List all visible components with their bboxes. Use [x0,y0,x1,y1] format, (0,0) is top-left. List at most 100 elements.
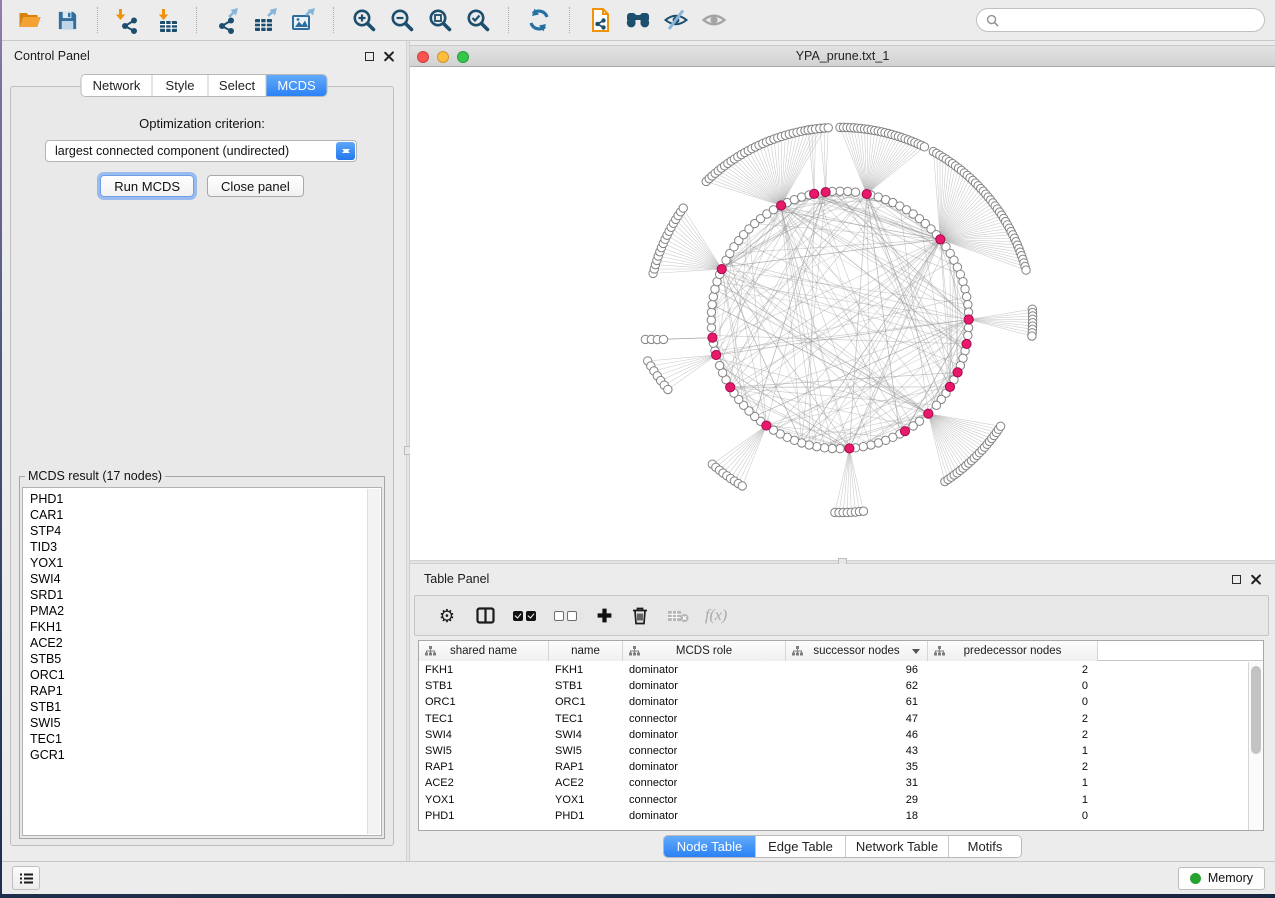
zoom-out-button[interactable] [385,5,419,35]
zoom-selected-button[interactable] [461,5,495,35]
zoom-selected-icon [465,7,492,34]
mcds-result-item[interactable]: TID3 [30,539,381,555]
import-network-button[interactable] [111,5,145,35]
search-input[interactable] [1005,13,1255,27]
mcds-result-item[interactable]: YOX1 [30,555,381,571]
memory-button[interactable]: Memory [1178,867,1265,890]
table-row[interactable]: TEC1TEC1connector472 [419,711,1248,727]
table-cell: dominator [623,759,786,775]
mcds-result-item[interactable]: FKH1 [30,619,381,635]
show-task-history-button[interactable] [12,866,40,890]
close-panel-icon[interactable] [383,51,394,62]
export-image-button[interactable] [286,5,320,35]
mcds-result-item[interactable]: ORC1 [30,667,381,683]
table-row[interactable]: ORC1ORC1dominator610 [419,694,1248,710]
table-cell: SWI5 [419,743,549,759]
table-row[interactable]: PHD1PHD1dominator180 [419,808,1248,824]
export-table-icon [252,7,279,34]
mcds-result-item[interactable]: SWI5 [30,715,381,731]
table-cell: 35 [786,759,928,775]
window-zoom-light[interactable] [457,51,469,63]
select-all-button[interactable] [507,601,542,631]
tab-style[interactable]: Style [153,75,209,96]
criterion-select[interactable]: largest connected component (undirected) [45,140,357,162]
network-column-icon [629,646,640,656]
result-list-scrollbar[interactable] [367,489,380,834]
tab-node-table[interactable]: Node Table [664,836,756,857]
table-cell: 0 [928,808,1098,824]
show-all-button[interactable] [697,5,731,35]
window-minimize-light[interactable] [437,51,449,63]
mcds-result-item[interactable]: PHD1 [30,491,381,507]
delete-column-button[interactable] [625,601,655,631]
mcds-result-item[interactable]: RAP1 [30,683,381,699]
table-scrollbar[interactable] [1248,662,1263,830]
scrollbar-thumb[interactable] [1251,666,1261,754]
desktop-background: Control Panel NetworkStyleSelectMCDS Opt… [0,0,1275,898]
table-options-button[interactable]: ⚙ [432,601,462,631]
table-row[interactable]: ACE2ACE2connector311 [419,775,1248,791]
toggle-columns-button[interactable] [470,601,501,631]
share-network-button[interactable] [583,5,617,35]
mcds-result-item[interactable]: SWI4 [30,571,381,587]
mcds-result-item[interactable]: STB1 [30,699,381,715]
mcds-result-item[interactable]: STB5 [30,651,381,667]
table-cell: 46 [786,727,928,743]
add-column-button[interactable] [589,601,619,631]
window-close-light[interactable] [417,51,429,63]
table-row[interactable]: SWI4SWI4dominator462 [419,727,1248,743]
mcds-result-item[interactable]: STP4 [30,523,381,539]
table-cell: FKH1 [549,662,623,678]
tab-mcds[interactable]: MCDS [267,75,327,96]
import-table-button[interactable] [149,5,183,35]
mcds-result-item[interactable]: CAR1 [30,507,381,523]
table-cell: dominator [623,694,786,710]
network-canvas[interactable] [410,67,1275,560]
open-file-button[interactable] [12,5,46,35]
select-stepper-icon [336,142,355,160]
mcds-result-item[interactable]: TEC1 [30,731,381,747]
table-cell: dominator [623,727,786,743]
mcds-result-item[interactable]: PMA2 [30,603,381,619]
toolbar-separator [569,7,570,33]
column-header-successor-nodes[interactable]: successor nodes [786,641,928,661]
app-window: Control Panel NetworkStyleSelectMCDS Opt… [2,0,1275,894]
mcds-result-item[interactable]: ACE2 [30,635,381,651]
table-row[interactable]: SWI5SWI5connector431 [419,743,1248,759]
column-header-name[interactable]: name [549,641,623,661]
close-panel-icon[interactable] [1250,574,1261,585]
table-row[interactable]: RAP1RAP1dominator352 [419,759,1248,775]
table-cell: 0 [928,678,1098,694]
export-network-button[interactable] [210,5,244,35]
run-mcds-button[interactable]: Run MCDS [100,175,194,197]
table-row[interactable]: STB1STB1dominator620 [419,678,1248,694]
export-table-button[interactable] [248,5,282,35]
table-cell: dominator [623,808,786,824]
tab-network[interactable]: Network [82,75,153,96]
table-row[interactable]: YOX1YOX1connector291 [419,792,1248,808]
deselect-all-button[interactable] [548,601,583,631]
search-network-button[interactable] [621,5,655,35]
column-header-predecessor-nodes[interactable]: predecessor nodes [928,641,1098,661]
apply-layout-button[interactable] [522,5,556,35]
close-panel-button[interactable]: Close panel [207,175,304,197]
column-header-shared-name[interactable]: shared name [419,641,549,661]
tab-edge-table[interactable]: Edge Table [756,836,846,857]
criterion-select-value: largest connected component (undirected) [46,144,336,158]
tab-select[interactable]: Select [209,75,267,96]
mcds-result-item[interactable]: SRD1 [30,587,381,603]
column-header-mcds-role[interactable]: MCDS role [623,641,786,661]
save-session-button[interactable] [50,5,84,35]
table-row[interactable]: FKH1FKH1dominator962 [419,662,1248,678]
export-image-icon [290,7,317,34]
mcds-result-item[interactable]: GCR1 [30,747,381,763]
tab-motifs[interactable]: Motifs [949,836,1021,857]
float-window-icon[interactable] [365,52,374,61]
zoom-in-button[interactable] [347,5,381,35]
float-window-icon[interactable] [1232,575,1241,584]
hide-selected-button[interactable] [659,5,693,35]
zoom-fit-button[interactable] [423,5,457,35]
tab-network-table[interactable]: Network Table [846,836,949,857]
split-view-icon [476,607,495,624]
checked-box-icon [513,611,523,621]
